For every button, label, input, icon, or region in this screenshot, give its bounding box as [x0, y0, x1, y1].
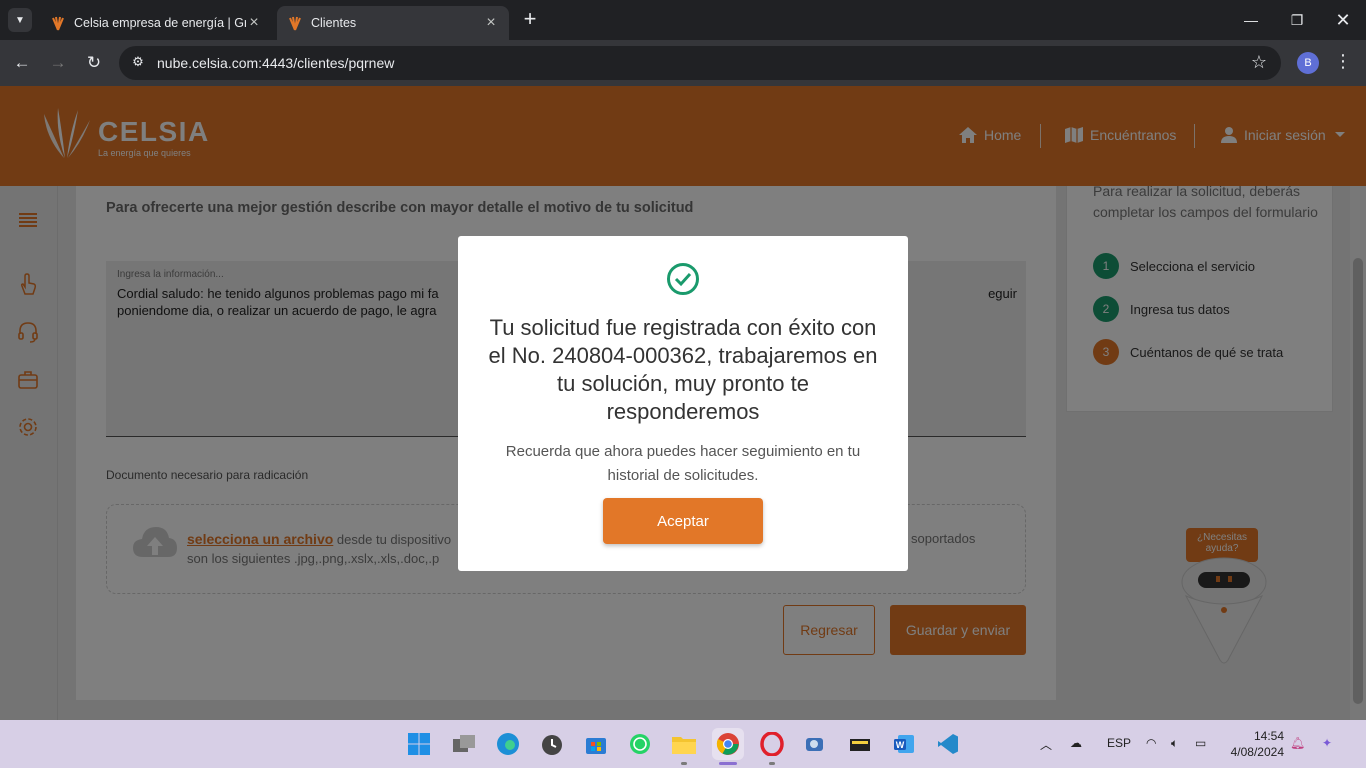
clock-time: 14:54 — [1253, 729, 1284, 743]
tray-chevron-icon[interactable]: ︿ — [1040, 736, 1052, 753]
tab-celsia-home[interactable]: Celsia empresa de energía | Gru × — [40, 6, 272, 40]
forward-arrow-icon[interactable]: → — [46, 51, 70, 75]
reload-icon[interactable]: ↻ — [82, 51, 106, 75]
battery-icon[interactable]: ▭ — [1195, 736, 1206, 750]
notification-bell-icon[interactable]: 🔔︎ — [1290, 736, 1305, 750]
close-window-icon[interactable]: ✕ — [1320, 0, 1366, 40]
browser-menu-icon[interactable]: ⋮ — [1334, 51, 1352, 72]
windows-taskbar: W ︿ ☁ ESP ◠ 🔈︎ ▭ 14:54 4/08/2024 🔔︎ ✦ — [0, 720, 1366, 768]
running-indicator — [681, 762, 687, 765]
volume-icon[interactable]: 🔈︎ — [1171, 736, 1178, 751]
running-indicator — [769, 762, 775, 765]
onedrive-icon[interactable]: ☁ — [1070, 736, 1082, 750]
back-arrow-icon[interactable]: ← — [10, 51, 34, 75]
tab-strip: ▼ Celsia empresa de energía | Gru × Clie… — [0, 0, 1366, 40]
file-explorer-icon[interactable] — [668, 728, 700, 760]
tab-clientes[interactable]: Clientes × — [277, 6, 509, 40]
system-clock[interactable]: 14:54 4/08/2024 — [1224, 728, 1284, 760]
success-dialog: Tu solicitud fue registrada con éxito co… — [458, 236, 908, 571]
tab-search-button[interactable]: ▼ — [8, 8, 32, 32]
close-tab-icon[interactable]: × — [246, 14, 262, 32]
url-text: nube.celsia.com:4443/clientes/pqrnew — [157, 55, 395, 71]
store-icon[interactable] — [580, 728, 612, 760]
vscode-icon[interactable] — [932, 728, 964, 760]
start-button-icon[interactable] — [403, 728, 435, 760]
bookmark-star-icon[interactable]: ☆ — [1251, 52, 1267, 73]
close-tab-icon[interactable]: × — [483, 14, 499, 32]
language-indicator[interactable]: ESP — [1107, 736, 1131, 750]
dialog-body: Recuerda que ahora puedes hacer seguimie… — [505, 443, 861, 484]
wifi-icon[interactable]: ◠ — [1146, 736, 1156, 750]
browser-toolbar: ← → ↻ ⚙ nube.celsia.com:4443/clientes/pq… — [0, 40, 1366, 86]
site-info-icon[interactable]: ⚙ — [129, 54, 147, 72]
opera-icon[interactable] — [756, 728, 788, 760]
svg-text:W: W — [896, 740, 905, 750]
minimize-icon[interactable]: — — [1228, 0, 1274, 40]
address-bar[interactable]: ⚙ nube.celsia.com:4443/clientes/pqrnew ☆ — [119, 46, 1281, 80]
copilot-icon[interactable]: ✦ — [1322, 736, 1332, 750]
profile-avatar[interactable]: B — [1297, 52, 1319, 74]
edge-browser-icon[interactable] — [492, 728, 524, 760]
restore-icon[interactable]: ❐ — [1274, 0, 1320, 40]
celsia-favicon-icon — [52, 16, 64, 31]
success-check-icon — [667, 263, 699, 295]
page-content: CELSIA La energía que quieres Home Encué… — [0, 86, 1366, 720]
chrome-icon[interactable] — [712, 728, 744, 760]
celsia-favicon-icon — [289, 16, 301, 31]
tab-title: Celsia empresa de energía | Gru — [74, 16, 246, 30]
tools-app-icon[interactable] — [844, 728, 876, 760]
word-icon[interactable]: W — [888, 728, 920, 760]
accept-button[interactable]: Aceptar — [603, 498, 763, 544]
clock-date: 4/08/2024 — [1230, 745, 1284, 759]
whatsapp-icon[interactable] — [624, 728, 656, 760]
active-indicator — [719, 762, 737, 765]
dialog-heading: Tu solicitud fue registrada con éxito co… — [488, 315, 878, 424]
clock-app-icon[interactable] — [536, 728, 568, 760]
new-tab-button[interactable]: + — [518, 8, 542, 32]
camera-app-icon[interactable] — [800, 728, 832, 760]
task-view-icon[interactable] — [448, 728, 480, 760]
tab-title: Clientes — [311, 16, 357, 30]
